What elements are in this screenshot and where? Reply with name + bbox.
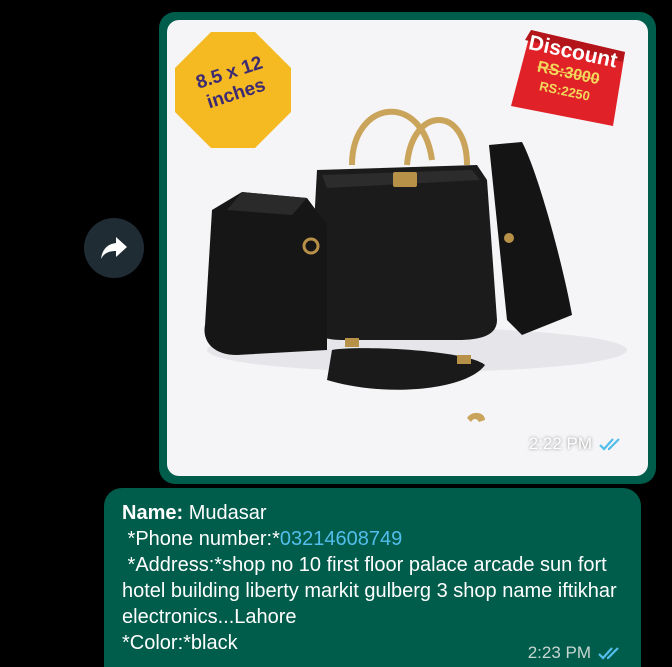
image-message-bubble[interactable]: 8.5 x 12 inches Discount RS:3000 RS:2250…: [159, 12, 656, 484]
image-message-meta: 2:22 PM: [529, 434, 626, 454]
address-label: *Address:*: [122, 554, 223, 576]
phone-label: *Phone number:*: [122, 528, 280, 550]
text-message-meta: 2:23 PM: [528, 643, 625, 663]
name-line: Name: Mudasar: [122, 500, 627, 526]
phone-line: *Phone number:*03214608749: [122, 526, 627, 552]
text-message-bubble[interactable]: Name: Mudasar *Phone number:*03214608749…: [104, 488, 641, 667]
name-label: Name:: [122, 502, 184, 524]
name-value: Mudasar: [183, 502, 267, 524]
color-value: black: [190, 632, 238, 654]
phone-link[interactable]: 03214608749: [280, 528, 402, 550]
double-check-icon: [598, 647, 619, 660]
text-message-time: 2:23 PM: [527, 643, 591, 662]
size-badge: 8.5 x 12 inches: [171, 28, 295, 152]
forward-button[interactable]: [84, 218, 144, 278]
double-check-icon: [599, 438, 620, 451]
product-photo[interactable]: 8.5 x 12 inches Discount RS:3000 RS:2250: [167, 20, 648, 476]
forward-arrow-icon: [101, 237, 127, 259]
address-line: *Address:*shop no 10 first floor palace …: [122, 552, 627, 630]
color-label: *Color:*: [122, 632, 191, 654]
image-message-time: 2:22 PM: [528, 434, 592, 453]
message-body: Name: Mudasar *Phone number:*03214608749…: [122, 500, 627, 656]
discount-badge: Discount RS:3000 RS:2250: [503, 24, 633, 132]
